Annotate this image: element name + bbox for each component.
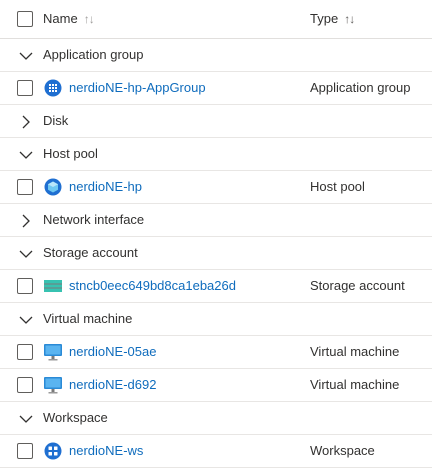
- row-checkbox[interactable]: [17, 443, 33, 459]
- row-checkbox[interactable]: [17, 80, 33, 96]
- resource-name-link[interactable]: nerdioNE-hp-AppGroup: [69, 80, 206, 95]
- column-header-name-label: Name: [43, 11, 78, 26]
- table-row[interactable]: nerdioNE-hp-AppGroup Application group: [0, 72, 432, 105]
- resource-name-link[interactable]: nerdioNE-ws: [69, 443, 143, 458]
- workspace-icon: [44, 442, 62, 460]
- application-group-icon: [44, 79, 62, 97]
- chevron-down-icon[interactable]: [19, 313, 33, 327]
- chevron-down-icon[interactable]: [19, 247, 33, 261]
- column-header-type[interactable]: Type ↑↓: [310, 11, 355, 26]
- virtual-machine-icon: [44, 343, 62, 361]
- chevron-right-icon[interactable]: [19, 115, 33, 129]
- chevron-down-icon[interactable]: [19, 49, 33, 63]
- resource-type: Storage account: [310, 278, 405, 293]
- group-row-disk[interactable]: Disk: [0, 105, 432, 138]
- row-checkbox[interactable]: [17, 344, 33, 360]
- resource-name-link[interactable]: stncb0eec649bd8ca1eba26d: [69, 278, 236, 293]
- select-all-checkbox[interactable]: [17, 11, 33, 27]
- row-checkbox[interactable]: [17, 278, 33, 294]
- table-row[interactable]: nerdioNE-05ae Virtual machine: [0, 336, 432, 369]
- virtual-machine-icon: [44, 376, 62, 394]
- column-header-name[interactable]: Name ↑↓: [43, 11, 95, 26]
- resource-type: Workspace: [310, 443, 375, 458]
- column-header-type-label: Type: [310, 11, 339, 26]
- table-row[interactable]: nerdioNE-ws Workspace: [0, 435, 432, 468]
- resource-type: Virtual machine: [310, 377, 400, 392]
- group-label: Network interface: [43, 212, 145, 227]
- sort-arrows-icon[interactable]: ↑↓: [344, 12, 355, 26]
- group-row-host-pool[interactable]: Host pool: [0, 138, 432, 171]
- table-row[interactable]: nerdioNE-hp Host pool: [0, 171, 432, 204]
- group-row-storage-account[interactable]: Storage account: [0, 237, 432, 270]
- group-label: Application group: [43, 47, 144, 62]
- chevron-down-icon[interactable]: [19, 412, 33, 426]
- group-row-network-interface[interactable]: Network interface: [0, 204, 432, 237]
- group-row-virtual-machine[interactable]: Virtual machine: [0, 303, 432, 336]
- host-pool-icon: [44, 178, 62, 196]
- group-label: Workspace: [43, 410, 108, 425]
- chevron-down-icon[interactable]: [19, 148, 33, 162]
- grid-header: Name ↑↓ Type ↑↓: [0, 0, 432, 39]
- storage-account-icon: [44, 277, 62, 295]
- group-label: Disk: [43, 113, 69, 128]
- table-row[interactable]: nerdioNE-d692 Virtual machine: [0, 369, 432, 402]
- resource-type: Host pool: [310, 179, 365, 194]
- resource-name-link[interactable]: nerdioNE-d692: [69, 377, 156, 392]
- row-checkbox[interactable]: [17, 179, 33, 195]
- resource-name-link[interactable]: nerdioNE-05ae: [69, 344, 156, 359]
- chevron-right-icon[interactable]: [19, 214, 33, 228]
- row-checkbox[interactable]: [17, 377, 33, 393]
- resource-name-link[interactable]: nerdioNE-hp: [69, 179, 142, 194]
- sort-arrows-icon[interactable]: ↑↓: [84, 12, 95, 26]
- group-row-application-group[interactable]: Application group: [0, 39, 432, 72]
- resource-type: Virtual machine: [310, 344, 400, 359]
- group-label: Storage account: [43, 245, 138, 260]
- resource-type: Application group: [310, 80, 411, 95]
- resource-grid: Name ↑↓ Type ↑↓ Application group nerdioNE…: [0, 0, 432, 468]
- table-row[interactable]: stncb0eec649bd8ca1eba26d Storage account: [0, 270, 432, 303]
- group-label: Virtual machine: [43, 311, 133, 326]
- group-row-workspace[interactable]: Workspace: [0, 402, 432, 435]
- group-label: Host pool: [43, 146, 98, 161]
